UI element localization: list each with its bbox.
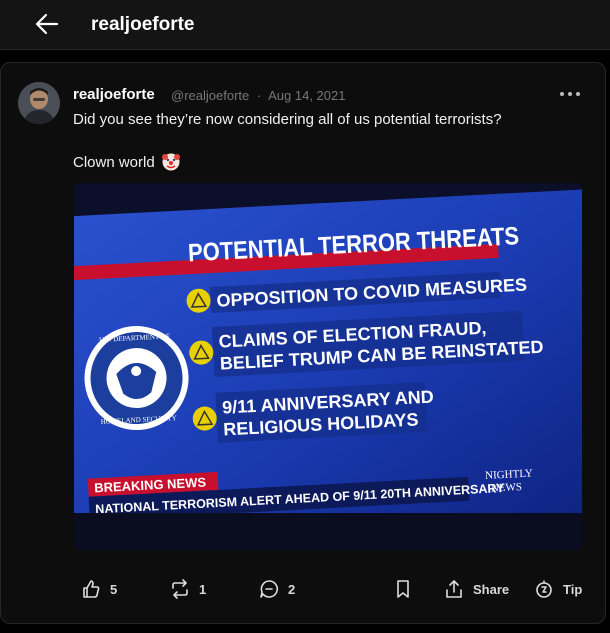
avatar[interactable] — [18, 82, 60, 124]
network-logo-line-2: NEWS — [490, 481, 522, 495]
post-image[interactable]: POTENTIAL TERROR THREATS U.S. DEPARTMENT… — [74, 183, 582, 550]
post-date[interactable]: Aug 14, 2021 — [268, 88, 345, 103]
tip-button[interactable]: Tip — [534, 577, 582, 601]
tip-label: Tip — [563, 581, 583, 597]
post-meta: @realjoeforte · Aug 14, 2021 — [171, 88, 345, 103]
comment-button[interactable]: 2 — [259, 577, 295, 601]
share-icon — [446, 580, 462, 598]
repost-icon — [172, 579, 188, 599]
share-label: Share — [473, 581, 510, 597]
like-button[interactable]: 5 — [81, 577, 117, 601]
post-actions: 5 1 2 Share Tip — [1, 569, 607, 609]
post-text-line-2: Clown world — [73, 154, 155, 171]
back-arrow-icon[interactable] — [33, 10, 61, 38]
tip-icon — [536, 580, 552, 598]
like-count: 5 — [110, 581, 118, 597]
meta-separator: · — [256, 88, 262, 103]
post-text-line-1: Did you see they’re now considering all … — [73, 111, 502, 128]
repost-count: 1 — [199, 581, 207, 597]
more-options-icon[interactable] — [558, 83, 582, 103]
tv-screen-graphic: POTENTIAL TERROR THREATS U.S. DEPARTMENT… — [74, 183, 582, 550]
author-name[interactable]: realjoeforte — [73, 86, 155, 103]
thumbs-up-icon — [83, 580, 100, 598]
clown-emoji-icon — [162, 153, 180, 171]
comment-count: 2 — [288, 581, 296, 597]
page-title: realjoeforte — [91, 14, 195, 35]
author-handle[interactable]: @realjoeforte — [171, 88, 249, 103]
top-bar: realjoeforte — [0, 0, 610, 50]
post-card: realjoeforte @realjoeforte · Aug 14, 202… — [0, 62, 606, 624]
repost-button[interactable]: 1 — [170, 577, 206, 601]
comment-icon — [260, 580, 278, 598]
network-logo-line-1: NIGHTLY — [485, 467, 533, 481]
share-button[interactable]: Share — [444, 577, 509, 601]
bookmark-button[interactable] — [393, 577, 413, 601]
bookmark-icon — [397, 580, 409, 598]
